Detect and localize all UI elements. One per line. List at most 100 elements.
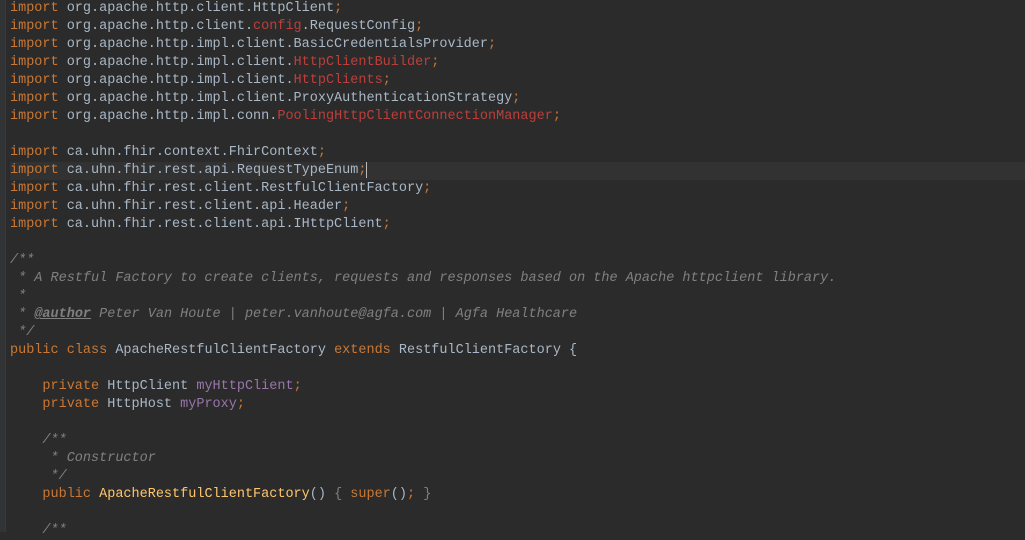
token-comment: * Constructor <box>42 451 155 466</box>
token-field: myProxy <box>180 397 237 412</box>
token-dim: ca.uhn.fhir.rest.client.RestfulClientFac… <box>59 181 424 196</box>
token-dim: ca.uhn.fhir.rest.client.api.Header <box>59 199 343 214</box>
token-punct: ; <box>383 217 391 232</box>
token-classname: HttpClient <box>107 379 196 394</box>
token-dim: ca.uhn.fhir.rest.client.api.IHttpClient <box>59 217 383 232</box>
code-line[interactable]: import org.apache.http.client.HttpClient… <box>10 0 1025 18</box>
token-dim: org.apache.http.impl.client.BasicCredent… <box>59 37 488 52</box>
token-classname: HttpHost <box>107 397 180 412</box>
token-punct: ; <box>407 487 423 502</box>
token-punct: ; <box>512 91 520 106</box>
token-comment: /** <box>42 433 66 448</box>
token-kw: import <box>10 199 59 214</box>
token-dim: org.apache.http.impl.client.ProxyAuthent… <box>59 91 513 106</box>
token-dim: org.apache.http.impl.client. <box>59 73 294 88</box>
token-kw: import <box>10 145 59 160</box>
token-punct: ; <box>318 145 326 160</box>
token-kw: import <box>10 217 59 232</box>
code-line[interactable]: private HttpHost myProxy; <box>10 396 1025 414</box>
token-kw: import <box>10 37 59 52</box>
token-dim <box>10 487 42 502</box>
token-dim: { <box>569 343 577 358</box>
token-kw: import <box>10 91 59 106</box>
token-punct: ; <box>488 37 496 52</box>
token-dim <box>10 523 42 538</box>
token-unres: HttpClients <box>294 73 383 88</box>
code-line[interactable] <box>10 126 1025 144</box>
code-line[interactable]: import ca.uhn.fhir.rest.client.api.IHttp… <box>10 216 1025 234</box>
token-dim <box>10 397 42 412</box>
code-line[interactable] <box>10 414 1025 432</box>
code-line[interactable]: import org.apache.http.impl.conn.Pooling… <box>10 108 1025 126</box>
token-comment: */ <box>42 469 66 484</box>
code-line[interactable] <box>10 234 1025 252</box>
token-punct: ; <box>342 199 350 214</box>
token-dim: .RequestConfig <box>302 19 415 34</box>
token-dim: ca.uhn.fhir.context.FhirContext <box>59 145 318 160</box>
code-line[interactable]: */ <box>10 468 1025 486</box>
code-line[interactable]: * Constructor <box>10 450 1025 468</box>
token-dim: org.apache.http.client.HttpClient <box>59 1 334 16</box>
token-kw: import <box>10 109 59 124</box>
token-classdecl: ApacheRestfulClientFactory <box>115 343 334 358</box>
token-dim: ca.uhn.fhir.rest.api.RequestTypeEnum <box>59 163 359 178</box>
token-field: myHttpClient <box>196 379 293 394</box>
token-kw: public <box>42 487 99 502</box>
token-comment: * A Restful Factory to create clients, r… <box>10 271 836 286</box>
token-dim <box>10 469 42 484</box>
token-kw: import <box>10 163 59 178</box>
code-line[interactable]: import org.apache.http.impl.client.Proxy… <box>10 90 1025 108</box>
token-punct: ; <box>423 181 431 196</box>
token-kw: import <box>10 19 59 34</box>
code-line[interactable]: * A Restful Factory to create clients, r… <box>10 270 1025 288</box>
token-punct: ; <box>237 397 245 412</box>
code-area[interactable]: import org.apache.http.client.HttpClient… <box>0 0 1025 540</box>
token-kw: private <box>42 397 107 412</box>
code-line[interactable]: private HttpClient myHttpClient; <box>10 378 1025 396</box>
token-fold: } <box>423 487 431 502</box>
token-doctag: @author <box>34 307 91 322</box>
code-line[interactable]: import ca.uhn.fhir.context.FhirContext; <box>10 144 1025 162</box>
code-line[interactable]: import ca.uhn.fhir.rest.client.RestfulCl… <box>10 180 1025 198</box>
token-classdecl: RestfulClientFactory <box>399 343 569 358</box>
code-line[interactable]: /** <box>10 522 1025 540</box>
token-kw: import <box>10 1 59 16</box>
token-punct: ; <box>334 1 342 16</box>
token-fold: { <box>334 487 350 502</box>
code-line[interactable]: public ApacheRestfulClientFactory() { su… <box>10 486 1025 504</box>
code-line[interactable]: import ca.uhn.fhir.rest.api.RequestTypeE… <box>10 162 1025 180</box>
token-comment: * <box>10 289 26 304</box>
token-punct: ; <box>553 109 561 124</box>
code-line[interactable]: */ <box>10 324 1025 342</box>
token-comment: * <box>10 307 34 322</box>
token-kw: extends <box>334 343 399 358</box>
code-line[interactable] <box>10 360 1025 378</box>
token-kw: public <box>10 343 67 358</box>
token-methodname: ApacheRestfulClientFactory <box>99 487 310 502</box>
token-kw: import <box>10 73 59 88</box>
token-kw: import <box>10 181 59 196</box>
token-punct: ; <box>358 163 366 178</box>
token-kw: super <box>350 487 391 502</box>
token-punct: ; <box>415 19 423 34</box>
code-line[interactable]: * @author Peter Van Houte | peter.vanhou… <box>10 306 1025 324</box>
token-unres: config <box>253 19 302 34</box>
code-line[interactable]: import ca.uhn.fhir.rest.client.api.Heade… <box>10 198 1025 216</box>
token-comment: Peter Van Houte | peter.vanhoute@agfa.co… <box>91 307 577 322</box>
code-line[interactable]: * <box>10 288 1025 306</box>
code-line[interactable]: /** <box>10 252 1025 270</box>
token-kw: class <box>67 343 116 358</box>
token-comment: /** <box>10 253 34 268</box>
token-unres: HttpClientBuilder <box>294 55 432 70</box>
token-kw: import <box>10 55 59 70</box>
code-line[interactable]: import org.apache.http.client.config.Req… <box>10 18 1025 36</box>
code-line[interactable]: public class ApacheRestfulClientFactory … <box>10 342 1025 360</box>
code-line[interactable] <box>10 504 1025 522</box>
code-line[interactable]: import org.apache.http.impl.client.HttpC… <box>10 72 1025 90</box>
token-dim: org.apache.http.impl.conn. <box>59 109 278 124</box>
code-line[interactable]: /** <box>10 432 1025 450</box>
code-line[interactable]: import org.apache.http.impl.client.HttpC… <box>10 54 1025 72</box>
token-dim: org.apache.http.impl.client. <box>59 55 294 70</box>
code-line[interactable]: import org.apache.http.impl.client.Basic… <box>10 36 1025 54</box>
token-comment: */ <box>10 325 34 340</box>
